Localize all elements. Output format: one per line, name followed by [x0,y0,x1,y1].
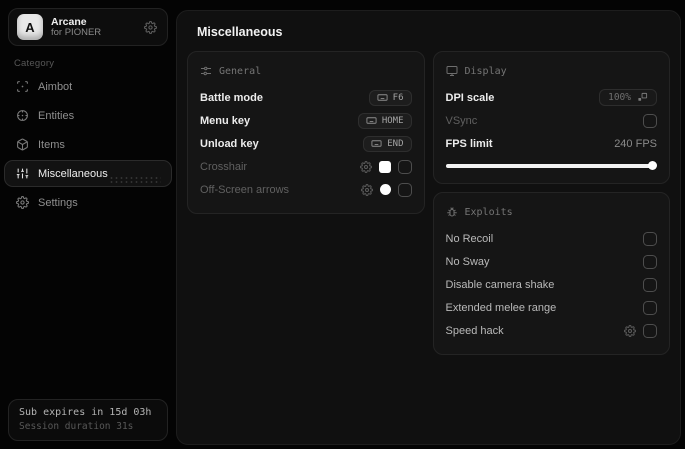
no-recoil-checkbox[interactable] [643,231,657,246]
box-icon [16,138,29,151]
scale-icon [637,92,648,103]
keyboard-icon [377,92,388,103]
setting-label: Unload key [200,137,259,150]
setting-label: No Recoil [445,232,494,245]
app-subtitle: for PIONER [51,26,102,38]
setting-row-unload-key: Unload key END [200,132,412,155]
keyboard-icon [371,138,382,149]
keybind-badge[interactable]: END [363,135,412,152]
extended-melee-range-checkbox[interactable] [643,300,657,315]
general-card: General Battle mode F6 Menu key HOME Unl… [187,51,425,214]
fps-limit-value: 240 FPS [614,137,657,150]
speed-hack-checkbox[interactable] [643,323,657,338]
display-card: Display DPI scale 100% VSync FPS limit 2… [432,51,670,184]
sliders-icon [16,167,29,180]
setting-row-crosshair: Crosshair [200,155,412,178]
tune-icon [200,65,212,77]
offscreen-arrows-checkbox[interactable] [397,182,412,197]
gear-icon[interactable] [144,20,157,34]
slider-handle[interactable] [647,161,657,170]
setting-label: Speed hack [445,324,504,337]
sidebar: A Arcane for PIONER Category Aimbot Enti… [0,0,176,449]
active-item-dots-decoration [109,176,161,183]
sidebar-item-miscellaneous[interactable]: Miscellaneous [4,160,172,187]
session-duration-text: Session duration 31s [19,421,134,432]
setting-label: FPS limit [445,137,493,150]
logo-card: A Arcane for PIONER [8,8,168,46]
app-window: A Arcane for PIONER Category Aimbot Enti… [0,0,685,449]
color-swatch[interactable] [379,184,391,195]
gear-icon [16,196,29,209]
sub-expiry-text: Sub expires in 15d 03h [19,407,152,418]
setting-row-vsync: VSync [445,109,657,132]
main-panel: Miscellaneous General Battle mode F6 Men… [176,10,681,445]
setting-row-speed-hack: Speed hack [445,319,657,342]
setting-row-disable-camera-shake: Disable camera shake [445,273,657,296]
dpi-scale-select[interactable]: 100% [599,89,657,106]
setting-label: Crosshair [200,160,248,173]
app-name: Arcane [51,15,87,28]
radar-icon [16,109,29,122]
fps-limit-slider[interactable] [445,161,657,171]
setting-label: DPI scale [445,91,495,104]
category-label: Category [14,58,55,69]
sidebar-item-settings[interactable]: Settings [4,189,172,216]
sidebar-item-items[interactable]: Items [4,131,172,158]
setting-row-no-sway: No Sway [445,250,657,273]
gear-icon[interactable] [360,183,373,196]
keybind-badge[interactable]: F6 [368,89,412,106]
setting-row-dpi-scale: DPI scale 100% [445,86,657,109]
vsync-checkbox[interactable] [643,113,657,128]
exploits-card: Exploits No Recoil No Sway Disable camer… [432,192,670,355]
setting-row-extended-melee-range: Extended melee range [445,296,657,319]
disable-camera-shake-checkbox[interactable] [643,277,657,292]
sidebar-item-label: Items [38,138,65,151]
sidebar-item-label: Entities [38,109,75,122]
dpi-scale-value: 100% [608,92,631,103]
setting-row-offscreen-arrows: Off-Screen arrows [200,178,412,201]
sidebar-item-label: Aimbot [38,80,73,93]
monitor-icon [446,65,458,77]
gear-icon[interactable] [359,160,372,173]
sidebar-nav: Aimbot Entities Items Miscellaneous Sett… [0,73,176,216]
logo-letter: A [25,19,35,35]
setting-label: Disable camera shake [445,278,555,291]
setting-label: Menu key [200,114,251,127]
scan-icon [16,80,29,93]
card-title: Exploits [464,206,513,218]
setting-label: Off-Screen arrows [200,183,290,196]
card-title: General [219,65,262,77]
setting-label: No Sway [445,255,490,268]
setting-row-menu-key: Menu key HOME [200,109,412,132]
keyboard-icon [366,115,377,126]
bug-icon [446,206,458,218]
sidebar-item-label: Miscellaneous [38,167,108,180]
setting-row-fps-limit: FPS limit 240 FPS [446,132,658,155]
setting-label: Battle mode [200,91,263,104]
setting-row-battle-mode: Battle mode F6 [200,86,412,109]
setting-label: Extended melee range [445,301,557,314]
page-title: Miscellaneous [197,25,283,39]
sidebar-item-entities[interactable]: Entities [4,102,172,129]
keybind-value: END [387,138,404,149]
crosshair-checkbox[interactable] [397,159,412,174]
keybind-badge[interactable]: HOME [357,112,412,129]
sidebar-item-label: Settings [38,196,78,209]
keybind-value: HOME [381,115,404,126]
gear-icon[interactable] [624,324,636,337]
subscription-card: Sub expires in 15d 03h Session duration … [8,399,168,441]
slider-fill [445,164,653,168]
setting-row-no-recoil: No Recoil [445,227,657,250]
no-sway-checkbox[interactable] [643,254,657,269]
card-title: Display [464,65,507,77]
color-swatch[interactable] [378,160,391,173]
setting-label: VSync [445,114,478,127]
keybind-value: F6 [392,92,404,103]
sidebar-item-aimbot[interactable]: Aimbot [4,73,172,100]
app-logo: A [17,14,43,40]
